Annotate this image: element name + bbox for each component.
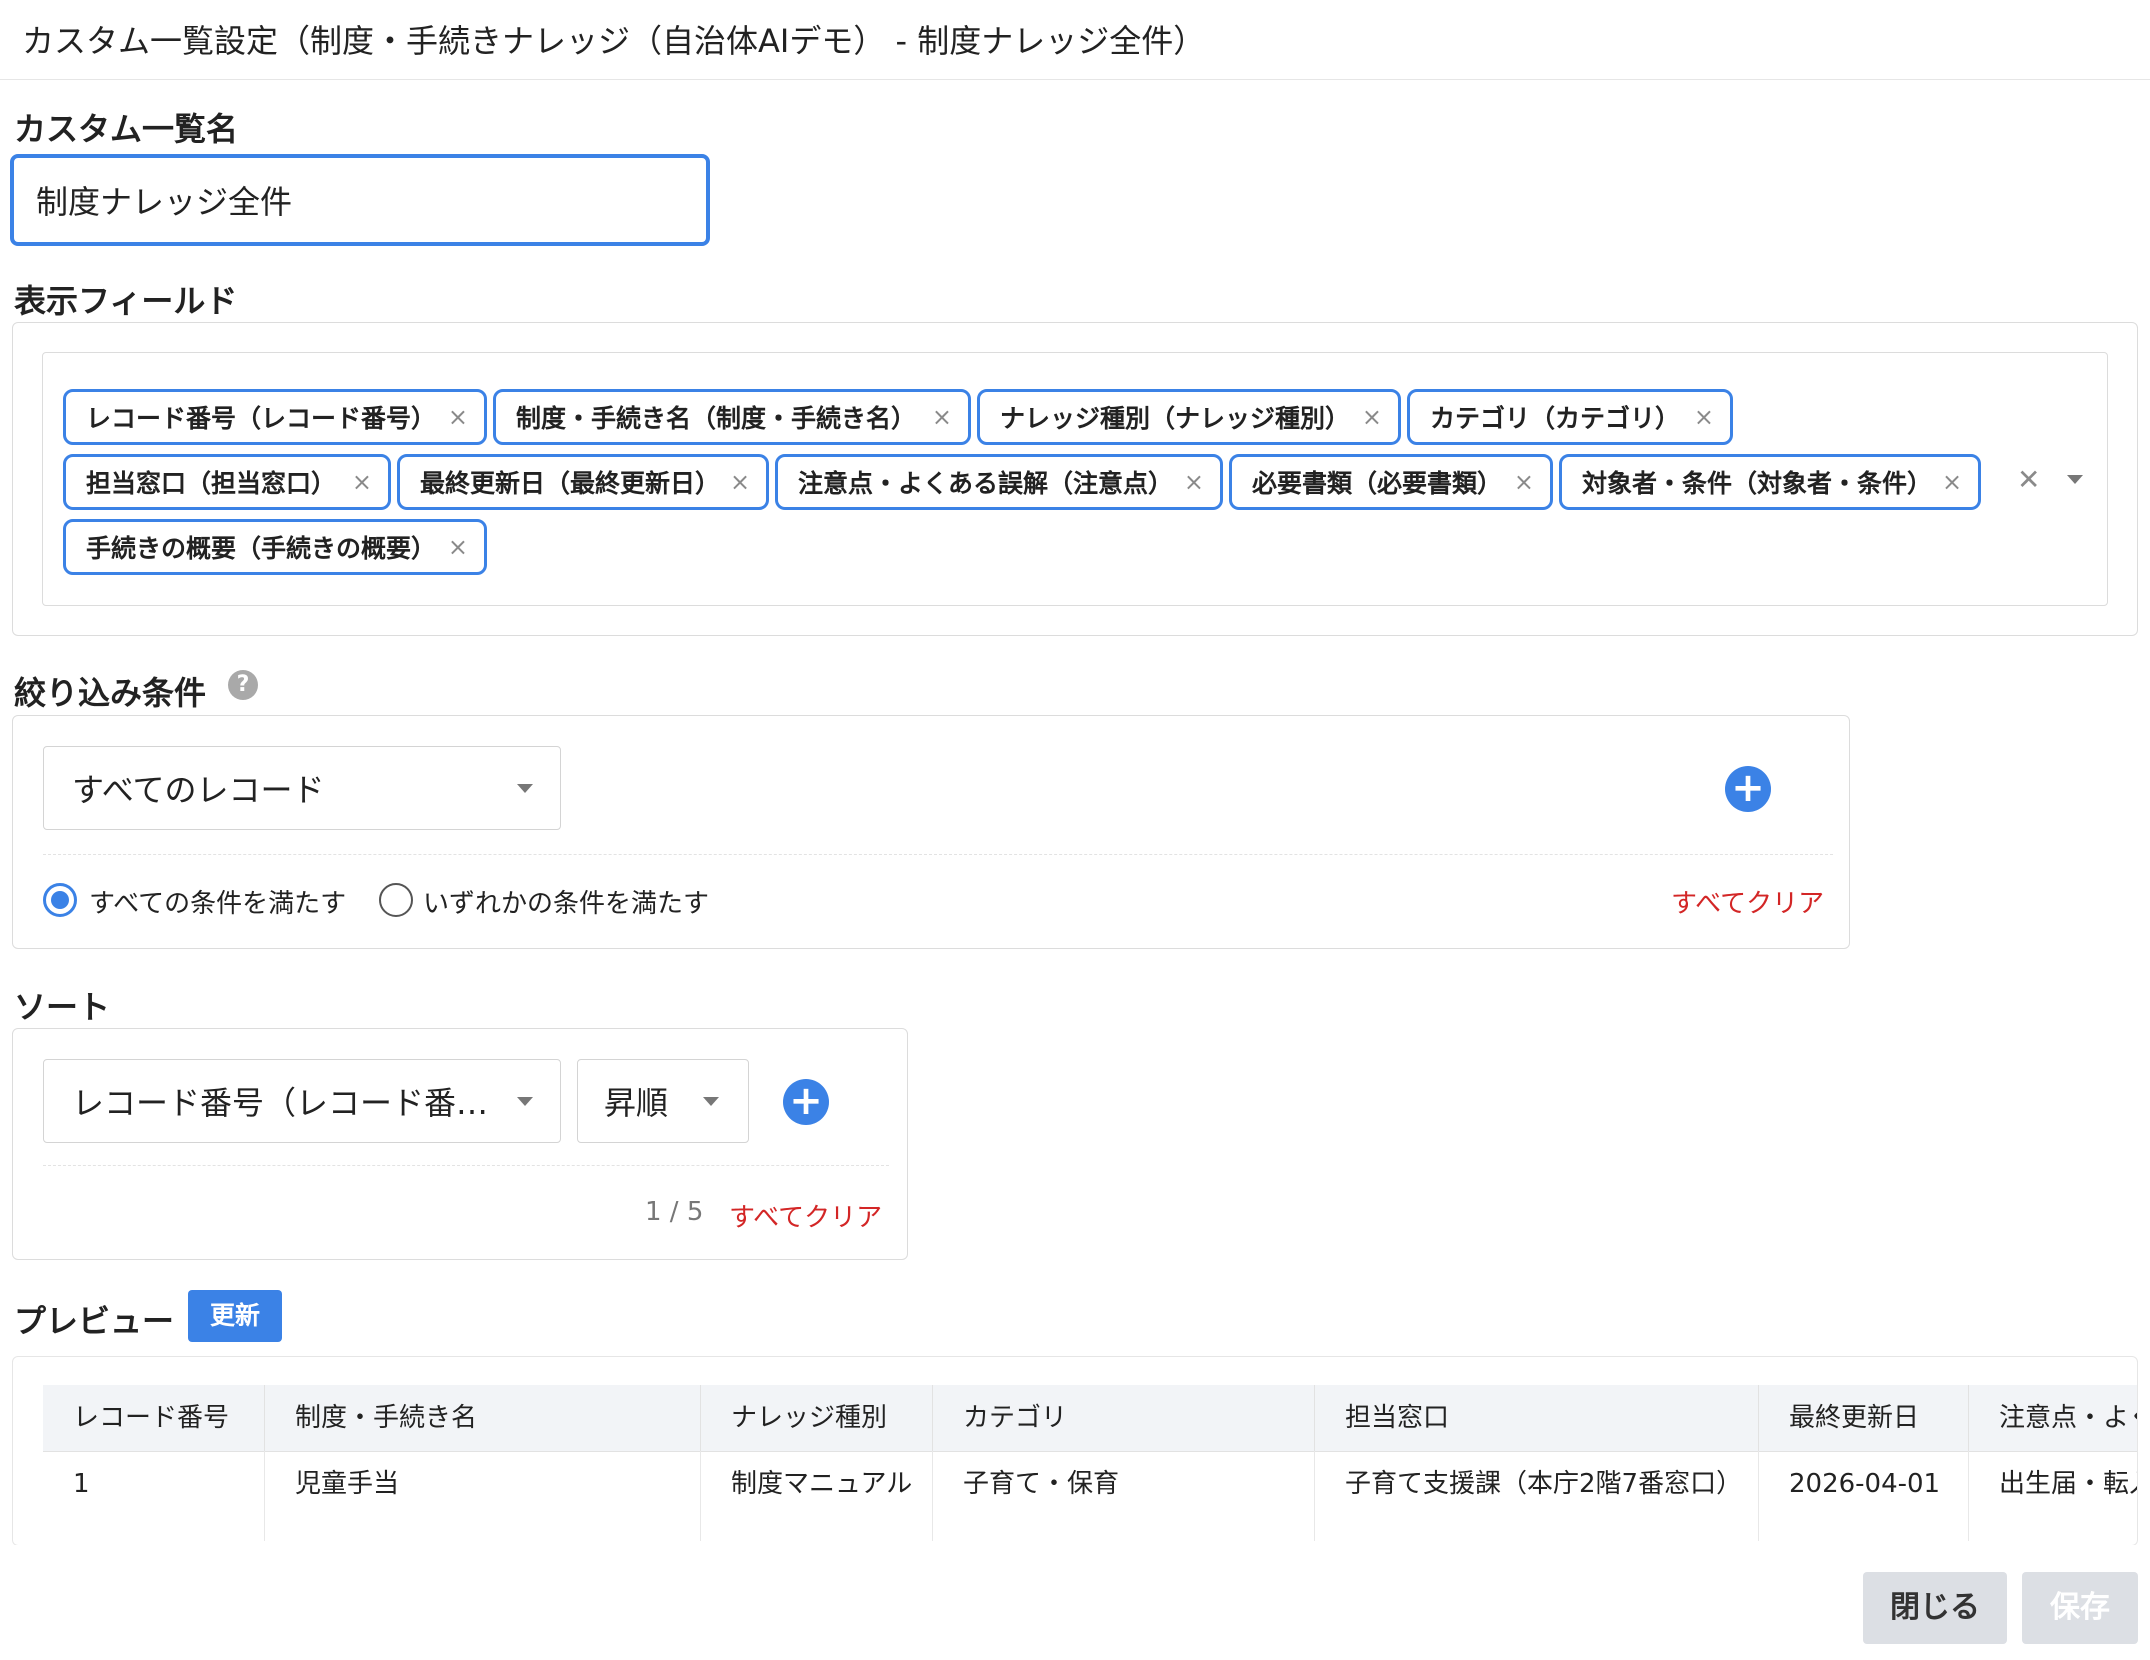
field-tag-label: 対象者・条件（対象者・条件） <box>1582 469 1933 498</box>
field-tag[interactable]: 手続きの概要（手続きの概要） × <box>63 519 487 575</box>
sort-label: ソート <box>14 988 111 1026</box>
chevron-down-icon <box>517 784 533 793</box>
field-tag[interactable]: 制度・手続き名（制度・手続き名） × <box>493 389 971 445</box>
refresh-preview-button[interactable]: 更新 <box>188 1290 282 1342</box>
table-cell: 子育て・保育 <box>933 1451 1315 1541</box>
radio-any-label: いずれかの条件を満たす <box>423 889 710 919</box>
chevron-down-icon[interactable] <box>2067 475 2083 484</box>
field-tag-label: レコード番号（レコード番号） <box>86 404 437 433</box>
sort-panel: レコード番号（レコード番… 昇順 + 1 / 5 すべてクリア <box>12 1028 908 1260</box>
field-tag[interactable]: 対象者・条件（対象者・条件） × <box>1559 454 1981 510</box>
field-tag-label: 注意点・よくある誤解（注意点） <box>798 469 1174 498</box>
filter-panel: すべてのレコード + すべての条件を満たす いずれかの条件を満たす すべてクリア <box>12 715 1850 949</box>
close-button[interactable]: 閉じる <box>1863 1572 2007 1644</box>
field-tag[interactable]: カテゴリ（カテゴリ） × <box>1407 389 1733 445</box>
display-fields-label: 表示フィールド <box>14 282 238 320</box>
dialog-footer: 閉じる 保存 <box>0 1545 2150 1660</box>
tag-remove-icon[interactable]: × <box>1684 403 1714 431</box>
table-cell: 児童手当 <box>265 1451 701 1541</box>
preview-label: プレビュー <box>14 1302 175 1340</box>
filter-select-value: すべてのレコード <box>72 771 325 809</box>
dialog-title: カスタム一覧設定（制度・手続きナレッジ（自治体AIデモ） - 制度ナレッジ全件） <box>22 22 1206 60</box>
list-name-input[interactable] <box>10 154 710 246</box>
field-tag-label: 制度・手続き名（制度・手続き名） <box>516 404 917 433</box>
tag-remove-icon[interactable]: × <box>438 533 468 561</box>
field-tag[interactable]: レコード番号（レコード番号） × <box>63 389 487 445</box>
filter-select[interactable]: すべてのレコード <box>43 746 561 830</box>
clear-sort-link[interactable]: すべてクリア <box>729 1197 882 1234</box>
field-tag[interactable]: 最終更新日（最終更新日） × <box>397 454 769 510</box>
help-icon[interactable]: ? <box>228 670 258 700</box>
sort-field-select[interactable]: レコード番号（レコード番… <box>43 1059 561 1143</box>
table-header-cell[interactable]: 注意点・よく <box>1969 1385 2137 1451</box>
field-tag-label: 必要書類（必要書類） <box>1252 469 1503 498</box>
table-cell: 制度マニュアル <box>701 1451 933 1541</box>
radio-all-label: すべての条件を満たす <box>89 889 347 919</box>
separator <box>43 854 1833 855</box>
field-tag-label: 担当窓口（担当窓口） <box>86 469 337 498</box>
field-tag-label: ナレッジ種別（ナレッジ種別） <box>1000 404 1351 433</box>
field-tag[interactable]: ナレッジ種別（ナレッジ種別） × <box>977 389 1401 445</box>
preview-table: レコード番号 制度・手続き名 ナレッジ種別 カテゴリ 担当窓口 最終更新日 注意… <box>12 1356 2138 1546</box>
chevron-down-icon <box>517 1097 533 1106</box>
add-sort-button[interactable]: + <box>783 1079 829 1125</box>
tag-remove-icon[interactable]: × <box>438 403 468 431</box>
chevron-down-icon <box>703 1097 719 1106</box>
tag-remove-icon[interactable]: × <box>720 468 750 496</box>
list-name-label: カスタム一覧名 <box>14 110 239 148</box>
sort-order-value: 昇順 <box>604 1084 669 1122</box>
tag-remove-icon[interactable]: × <box>1174 468 1204 496</box>
tag-remove-icon[interactable]: × <box>1504 468 1534 496</box>
table-header-cell[interactable]: レコード番号 <box>43 1385 265 1451</box>
field-tag[interactable]: 必要書類（必要書類） × <box>1229 454 1553 510</box>
table-cell: 子育て支援課（本庁2階7番窓口） <box>1315 1451 1759 1541</box>
table-header-cell[interactable]: ナレッジ種別 <box>701 1385 933 1451</box>
tag-remove-icon[interactable]: × <box>342 468 372 496</box>
tag-remove-icon[interactable]: × <box>1932 468 1962 496</box>
field-tag-label: 手続きの概要（手続きの概要） <box>86 534 437 563</box>
save-button[interactable]: 保存 <box>2022 1572 2138 1644</box>
table-header-cell[interactable]: 制度・手続き名 <box>265 1385 701 1451</box>
table-header-cell[interactable]: 担当窓口 <box>1315 1385 1759 1451</box>
field-tag[interactable]: 担当窓口（担当窓口） × <box>63 454 391 510</box>
table-cell: 2026-04-01 <box>1759 1451 1969 1541</box>
sort-field-value: レコード番号（レコード番… <box>72 1084 489 1122</box>
separator <box>43 1165 889 1166</box>
radio-all-conditions[interactable] <box>43 883 77 917</box>
table-header-cell[interactable]: 最終更新日 <box>1759 1385 1969 1451</box>
filter-label: 絞り込み条件 <box>14 674 207 712</box>
table-cell: 出生届・転入 <box>1999 1469 2137 1499</box>
table-cell: 1 <box>43 1451 265 1541</box>
field-multiselect[interactable]: レコード番号（レコード番号） × 制度・手続き名（制度・手続き名） × ナレッジ… <box>42 352 2108 606</box>
field-tag-label: カテゴリ（カテゴリ） <box>1430 404 1681 433</box>
sort-count: 1 / 5 <box>645 1197 704 1227</box>
sort-order-select[interactable]: 昇順 <box>577 1059 749 1143</box>
clear-filters-link[interactable]: すべてクリア <box>1671 883 1824 920</box>
radio-any-condition[interactable] <box>379 883 413 917</box>
dialog-header: カスタム一覧設定（制度・手続きナレッジ（自治体AIデモ） - 制度ナレッジ全件） <box>0 0 2150 80</box>
field-tag[interactable]: 注意点・よくある誤解（注意点） × <box>775 454 1223 510</box>
tag-remove-icon[interactable]: × <box>1352 403 1382 431</box>
add-filter-button[interactable]: + <box>1725 766 1771 812</box>
table-header-cell[interactable]: カテゴリ <box>933 1385 1315 1451</box>
clear-fields-icon[interactable]: ✕ <box>2017 463 2040 496</box>
tag-remove-icon[interactable]: × <box>922 403 952 431</box>
field-tag-label: 最終更新日（最終更新日） <box>420 469 721 498</box>
